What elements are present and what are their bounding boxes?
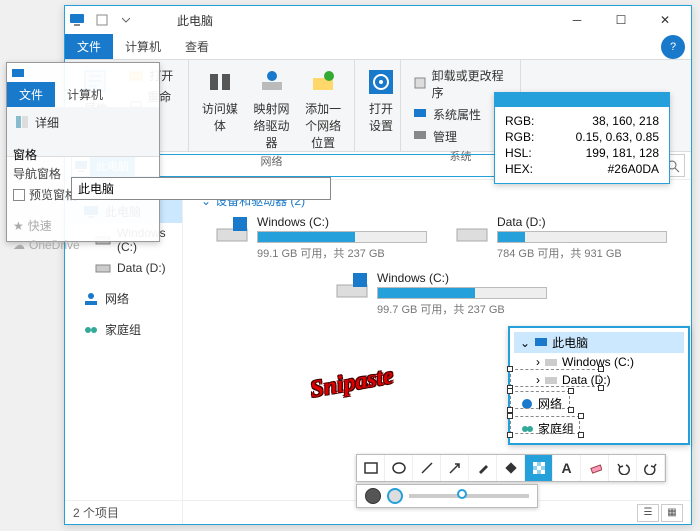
color-picker-overlay: RGB:38, 160, 218 RGB:0.15, 0.63, 0.85 HS… — [494, 92, 670, 184]
drive-item[interactable]: Windows (C:) 99.7 GB 可用，共 237 GB — [335, 271, 545, 317]
ov-quick[interactable]: ★快速 — [13, 215, 153, 236]
close-button[interactable]: ✕ — [643, 6, 687, 34]
map-drive-button[interactable]: 映射网络驱动器 — [251, 66, 293, 151]
tab-file[interactable]: 文件 — [65, 34, 113, 59]
help-button[interactable]: ? — [661, 35, 685, 59]
annotation-options — [356, 484, 538, 508]
tool-mosaic-button[interactable] — [525, 455, 553, 481]
quick-access-toolbar — [91, 9, 137, 31]
mt-d[interactable]: ›Data (D:) — [514, 371, 684, 389]
view-details-button[interactable]: ☰ — [637, 504, 659, 522]
tool-line-button[interactable] — [413, 455, 441, 481]
drive-icon — [215, 215, 249, 249]
mt-thispc[interactable]: ⌄此电脑 — [514, 332, 684, 353]
colorpick-swatch — [495, 93, 669, 107]
annotation-toolbar: A — [356, 454, 666, 482]
ov-tab-computer[interactable]: 计算机 — [55, 82, 115, 107]
tool-text-button[interactable]: A — [553, 455, 581, 481]
tree-network[interactable]: 网络 — [65, 287, 182, 310]
status-text: 2 个项目 — [73, 504, 119, 521]
add-netloc-button[interactable]: 添加一个网络位置 — [302, 66, 344, 151]
mt-hg[interactable]: 家庭组 — [514, 418, 684, 439]
tool-rect-button[interactable] — [357, 455, 385, 481]
tool-marker-button[interactable] — [497, 455, 525, 481]
ov-tab-file[interactable]: 文件 — [7, 82, 55, 107]
mosaic-light-swatch[interactable] — [387, 488, 403, 504]
window-title: 此电脑 — [137, 12, 555, 29]
drives-list: Windows (C:) 99.1 GB 可用，共 237 GB Data (D… — [195, 215, 679, 317]
drive-icon — [455, 215, 489, 249]
ov-onedrive[interactable]: ☁OneDrive — [13, 236, 153, 254]
pc-icon — [534, 336, 548, 350]
qat-properties-icon[interactable] — [91, 9, 113, 31]
drive-item[interactable]: Windows (C:) 99.1 GB 可用，共 237 GB — [215, 215, 425, 261]
pc-icon — [11, 67, 25, 81]
tool-eraser-button[interactable] — [581, 455, 609, 481]
ribbon-group-network: 访问媒体 映射网络驱动器 添加一个网络位置 网络 — [189, 60, 355, 151]
tab-view[interactable]: 查看 — [173, 34, 221, 59]
window-controls: ─ ☐ ✕ — [555, 6, 687, 34]
titlebar: 此电脑 ─ ☐ ✕ — [65, 6, 691, 34]
qat-dropdown-icon[interactable] — [115, 9, 137, 31]
ribbon-tabs: 文件 计算机 查看 ? — [65, 34, 691, 60]
chevron-down-icon: ⌄ — [520, 336, 530, 350]
address-autocomplete[interactable]: 此电脑 — [71, 177, 331, 200]
open-settings-button[interactable]: 打开设置 — [365, 66, 397, 134]
tool-undo-button[interactable] — [609, 455, 637, 481]
drive-icon — [335, 271, 369, 305]
tool-pen-button[interactable] — [469, 455, 497, 481]
tool-redo-button[interactable] — [637, 455, 665, 481]
panes-overlay-window: 文件 计算机 详细 窗格 导航窗格 预览窗格 ★快速 ☁OneDrive — [6, 62, 160, 242]
size-slider[interactable] — [409, 494, 529, 498]
tool-arrow-button[interactable] — [441, 455, 469, 481]
tree-homegroup[interactable]: 家庭组 — [65, 318, 182, 341]
access-media-button[interactable]: 访问媒体 — [199, 66, 241, 134]
tab-computer[interactable]: 计算机 — [113, 34, 173, 59]
tree-drive-d[interactable]: Data (D:) — [65, 257, 182, 279]
minimize-button[interactable]: ─ — [555, 6, 599, 34]
tool-ellipse-button[interactable] — [385, 455, 413, 481]
mt-net[interactable]: 网络 — [514, 393, 684, 414]
mosaic-dark-swatch[interactable] — [365, 488, 381, 504]
checkbox-icon[interactable] — [13, 189, 25, 201]
ov-details-button[interactable]: 详细 — [13, 113, 153, 132]
pc-icon — [69, 12, 85, 28]
maximize-button[interactable]: ☐ — [599, 6, 643, 34]
mini-tree-popup[interactable]: ⌄此电脑 ›Windows (C:) ›Data (D:) 网络 家庭组 — [508, 326, 690, 445]
ribbon-group-settings: 打开设置 — [355, 60, 401, 151]
drive-item[interactable]: Data (D:) 784 GB 可用，共 931 GB — [455, 215, 665, 261]
view-icons-button[interactable]: ▦ — [661, 504, 683, 522]
chevron-right-icon: › — [536, 355, 540, 369]
